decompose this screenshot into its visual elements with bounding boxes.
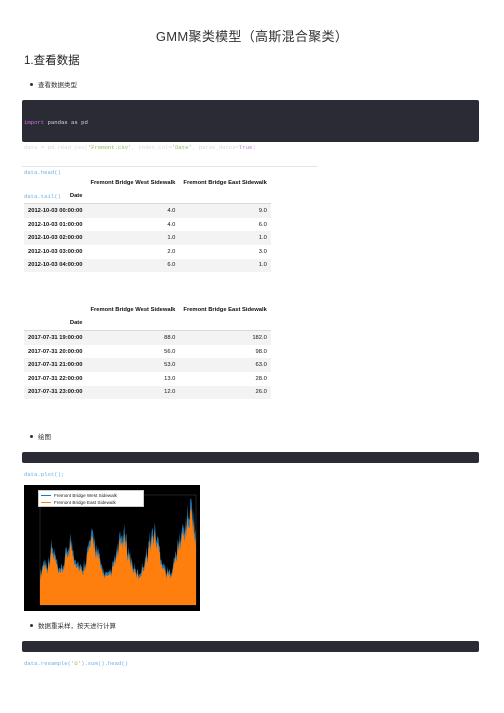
code-line-1: import pandas as pd bbox=[24, 119, 88, 127]
bullet-label: 查看数据类型 bbox=[38, 82, 77, 89]
cell: 56.0 bbox=[164, 348, 176, 355]
page-title: GMM聚类模型（高斯混合聚类） bbox=[155, 29, 349, 44]
cell: 98.0 bbox=[255, 348, 267, 355]
cell: 28.0 bbox=[255, 375, 267, 382]
code-line: data.plot(); bbox=[24, 471, 65, 479]
code-block-resample[interactable]: data.resample('D').sum().head() bbox=[22, 641, 479, 667]
table-row: 2012-10-03 02:00:00 1.0 1.0 bbox=[24, 231, 271, 245]
section-heading: 1.查看数据 bbox=[24, 55, 80, 67]
column-header: Fremont Bridge West Sidewalk bbox=[90, 179, 176, 186]
bullet-view-types: 查看数据类型 bbox=[30, 79, 77, 89]
code-line: data.resample('D').sum().head() bbox=[24, 660, 129, 668]
bullet-label: 绘图 bbox=[38, 434, 51, 441]
row-index: 2017-07-31 21:00:00 bbox=[28, 362, 83, 369]
row-index: 2017-07-31 20:00:00 bbox=[28, 348, 83, 355]
cell: 6.0 bbox=[167, 262, 176, 269]
bullet-dot-icon bbox=[30, 623, 33, 627]
table-row: 2017-07-31 20:00:00 56.0 98.0 bbox=[24, 345, 271, 359]
table-row: 2017-07-31 23:00:00 12.0 26.0 bbox=[24, 385, 271, 400]
cell: 2.0 bbox=[167, 248, 176, 255]
cell: 26.0 bbox=[255, 389, 267, 396]
row-index: 2012-10-03 03:00:00 bbox=[28, 248, 83, 255]
legend-label: Fremont Bridge East Sidewalk bbox=[54, 500, 116, 505]
table-row: 2012-10-03 04:00:00 6.0 1.0 bbox=[24, 258, 271, 273]
bullet-resample: 数据重采样，按天进行计算 bbox=[30, 620, 116, 630]
cell: 3.0 bbox=[258, 248, 267, 255]
cell: 13.0 bbox=[164, 375, 176, 382]
cell: 63.0 bbox=[255, 362, 267, 369]
legend-entry: Fremont Bridge West Sidewalk bbox=[41, 492, 141, 499]
row-index: 2012-10-03 02:00:00 bbox=[28, 235, 83, 242]
column-header: Fremont Bridge East Sidewalk bbox=[183, 179, 267, 186]
cell: 1.0 bbox=[258, 262, 267, 269]
cell: 53.0 bbox=[164, 362, 176, 369]
row-index: 2017-07-31 22:00:00 bbox=[28, 375, 83, 382]
code-block-plot[interactable]: data.plot(); bbox=[22, 452, 479, 478]
index-name: Date bbox=[24, 316, 87, 332]
code-block-read-data[interactable]: import pandas as pd data = pd.read_csv('… bbox=[22, 100, 479, 200]
dataframe-head: Fremont Bridge West Sidewalk Fremont Bri… bbox=[24, 176, 271, 273]
legend-entry: Fremont Bridge East Sidewalk bbox=[41, 499, 141, 506]
table-row: 2012-10-03 01:00:00 4.0 6.0 bbox=[24, 218, 271, 232]
column-header: Fremont Bridge East Sidewalk bbox=[183, 306, 267, 313]
table-row: 2017-07-31 22:00:00 13.0 28.0 bbox=[24, 372, 271, 386]
bullet-dot-icon bbox=[30, 82, 33, 86]
row-index: 2012-10-03 00:00:00 bbox=[28, 207, 83, 214]
bullet-label: 数据重采样，按天进行计算 bbox=[38, 623, 116, 630]
row-index: 2017-07-31 19:00:00 bbox=[28, 334, 83, 341]
table-row: 2017-07-31 21:00:00 53.0 63.0 bbox=[24, 358, 271, 372]
cell: 1.0 bbox=[258, 235, 267, 242]
table-row: 2017-07-31 19:00:00 88.0 182.0 bbox=[24, 330, 271, 345]
cell: 9.0 bbox=[258, 207, 267, 214]
cell: 182.0 bbox=[252, 334, 267, 341]
index-corner bbox=[24, 303, 86, 317]
cell: 4.0 bbox=[167, 221, 176, 228]
legend-swatch-icon bbox=[41, 501, 51, 504]
bullet-dot-icon bbox=[30, 434, 33, 438]
row-index: 2017-07-31 23:00:00 bbox=[28, 389, 83, 396]
table-row: 2012-10-03 00:00:00 4.0 9.0 bbox=[24, 203, 271, 218]
output-divider bbox=[22, 166, 318, 167]
legend-swatch-icon bbox=[41, 494, 51, 497]
legend-label: Fremont Bridge West Sidewalk bbox=[54, 493, 117, 498]
column-header: Fremont Bridge West Sidewalk bbox=[90, 306, 176, 313]
cell: 88.0 bbox=[164, 334, 176, 341]
cell: 6.0 bbox=[258, 221, 267, 228]
area-plot: Fremont Bridge West Sidewalk Fremont Bri… bbox=[24, 485, 200, 611]
table-row: 2012-10-03 03:00:00 2.0 3.0 bbox=[24, 245, 271, 259]
cell: 1.0 bbox=[167, 235, 176, 242]
cell: 4.0 bbox=[167, 207, 176, 214]
index-name: Date bbox=[24, 189, 87, 205]
cell: 12.0 bbox=[164, 389, 176, 396]
row-index: 2012-10-03 01:00:00 bbox=[28, 221, 83, 228]
plot-legend: Fremont Bridge West Sidewalk Fremont Bri… bbox=[38, 490, 144, 507]
row-index: 2012-10-03 04:00:00 bbox=[28, 262, 83, 269]
index-corner bbox=[24, 176, 86, 190]
bullet-plot: 绘图 bbox=[30, 431, 51, 441]
dataframe-tail: Fremont Bridge West Sidewalk Fremont Bri… bbox=[24, 303, 271, 400]
code-line-2: data = pd.read_csv('Fremont.csv', index_… bbox=[24, 144, 256, 152]
